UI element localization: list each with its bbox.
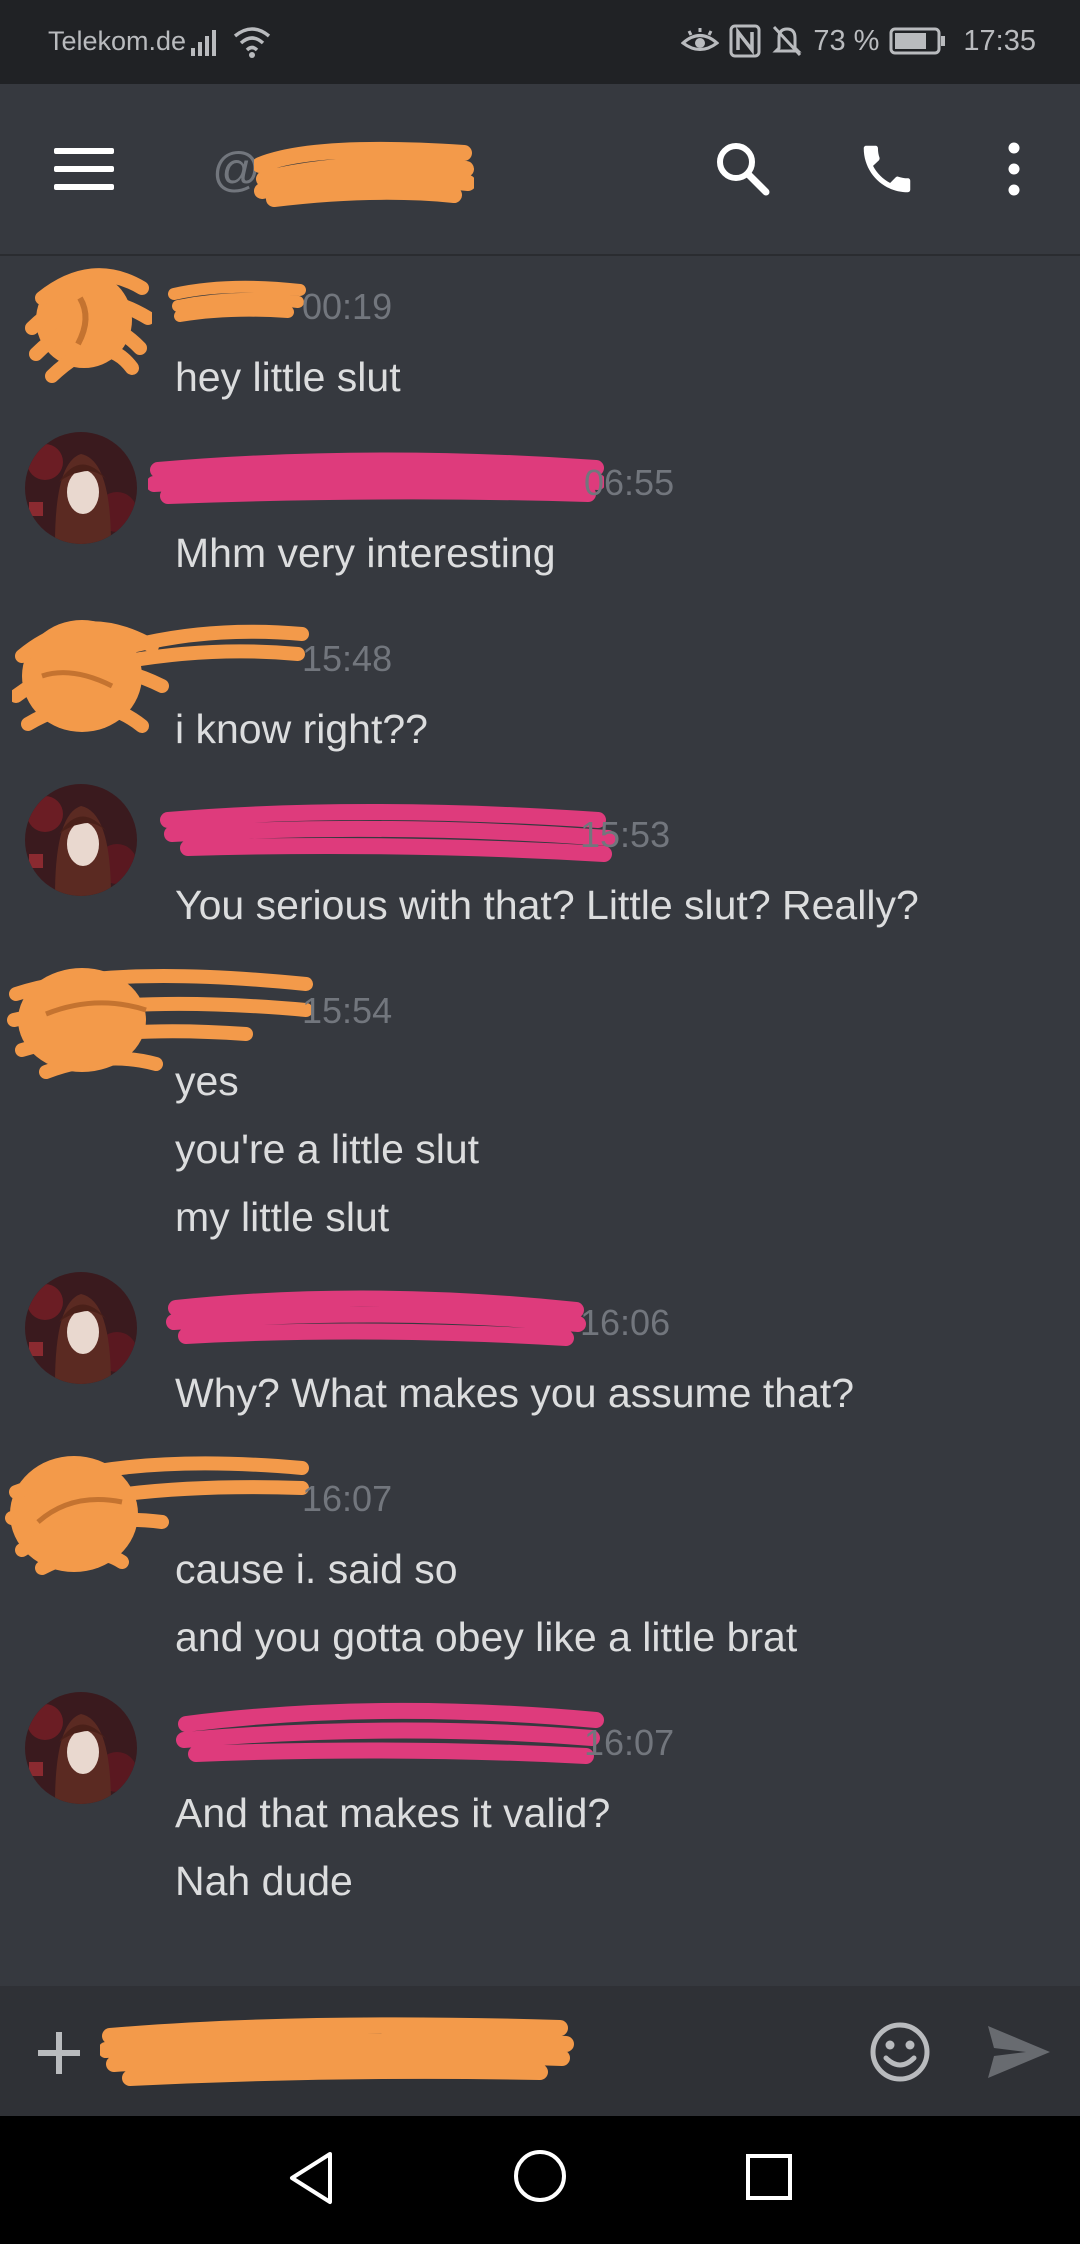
message-text[interactable]: cause i. said so (175, 1546, 458, 1593)
message-timestamp: 15:54 (302, 990, 393, 1031)
message-text[interactable]: You serious with that? Little slut? Real… (175, 882, 919, 929)
avatar-illustration (25, 784, 137, 896)
chat-header: @ (0, 84, 1080, 256)
status-bar: Telekom.de 73 % 17:35 (0, 0, 1080, 84)
username-scribble (168, 280, 306, 322)
avatar-illustration (25, 432, 137, 544)
back-icon[interactable] (286, 2150, 336, 2206)
avatar-scribble (25, 268, 152, 383)
message-text[interactable]: my little slut (175, 1194, 389, 1241)
input-scribble[interactable] (100, 2014, 576, 2094)
message-text[interactable]: Nah dude (175, 1858, 353, 1905)
message-timestamp: 16:07 (302, 1478, 393, 1519)
call-icon[interactable] (856, 138, 918, 200)
message-timestamp: 16:06 (580, 1302, 671, 1343)
android-nav-bar (0, 2116, 1080, 2244)
more-options-icon[interactable] (1000, 142, 1028, 196)
clock: 17:35 (963, 24, 1036, 57)
carrier-label: Telekom.de (48, 26, 187, 56)
emoji-icon[interactable] (868, 2020, 932, 2084)
wifi-icon (233, 27, 271, 58)
message-list[interactable]: 00:19 hey little slut 06:55 Mhm very int… (0, 256, 1080, 1986)
battery-icon (889, 27, 946, 55)
status-right-cluster: 73 % 17:35 (681, 24, 1036, 58)
search-icon[interactable] (714, 140, 770, 196)
eye-comfort-icon (681, 28, 720, 51)
nfc-icon (729, 24, 761, 58)
plus-icon[interactable] (36, 2030, 82, 2076)
avatar-illustration (25, 1692, 137, 1804)
avatar[interactable] (25, 1272, 137, 1384)
message-timestamp: 00:19 (302, 286, 393, 327)
avatar-scribble (7, 968, 313, 1079)
message-timestamp: 15:53 (580, 814, 671, 855)
signal-icon (191, 30, 216, 56)
send-icon[interactable] (986, 2024, 1052, 2080)
channel-title[interactable]: @ (212, 139, 474, 207)
message-text[interactable]: Mhm very interesting (175, 530, 556, 577)
username-scribble (160, 804, 616, 862)
avatar[interactable] (25, 784, 137, 896)
message-text[interactable]: And that makes it valid? (175, 1790, 610, 1837)
message-text[interactable]: and you gotta obey like a little brat (175, 1614, 797, 1661)
username-scribble (166, 1290, 586, 1346)
message-text[interactable]: Why? What makes you assume that? (175, 1370, 854, 1417)
avatar[interactable] (25, 432, 137, 544)
mute-bell-icon (772, 25, 802, 57)
message-text[interactable]: yes (175, 1058, 239, 1105)
message-text[interactable]: you're a little slut (175, 1126, 479, 1173)
message-input-bar (0, 1986, 1080, 2116)
avatar-illustration (25, 1272, 137, 1384)
menu-icon[interactable] (54, 146, 114, 192)
username-scribble (148, 452, 604, 504)
message-text[interactable]: i know right?? (175, 706, 428, 753)
recent-apps-icon[interactable] (744, 2152, 794, 2202)
avatar[interactable] (25, 1692, 137, 1804)
username-scribble (176, 1702, 604, 1764)
discord-dm-screen: Telekom.de 73 % 17:35 @ 00:19 hey little… (0, 0, 1080, 2244)
battery-percent: 73 % (813, 24, 880, 57)
message-timestamp: 15:48 (302, 638, 393, 679)
message-timestamp: 16:07 (584, 1722, 675, 1763)
redaction-scribble (254, 141, 474, 207)
home-icon[interactable] (512, 2148, 568, 2204)
message-timestamp: 06:55 (584, 462, 675, 503)
message-text[interactable]: hey little slut (175, 354, 401, 401)
